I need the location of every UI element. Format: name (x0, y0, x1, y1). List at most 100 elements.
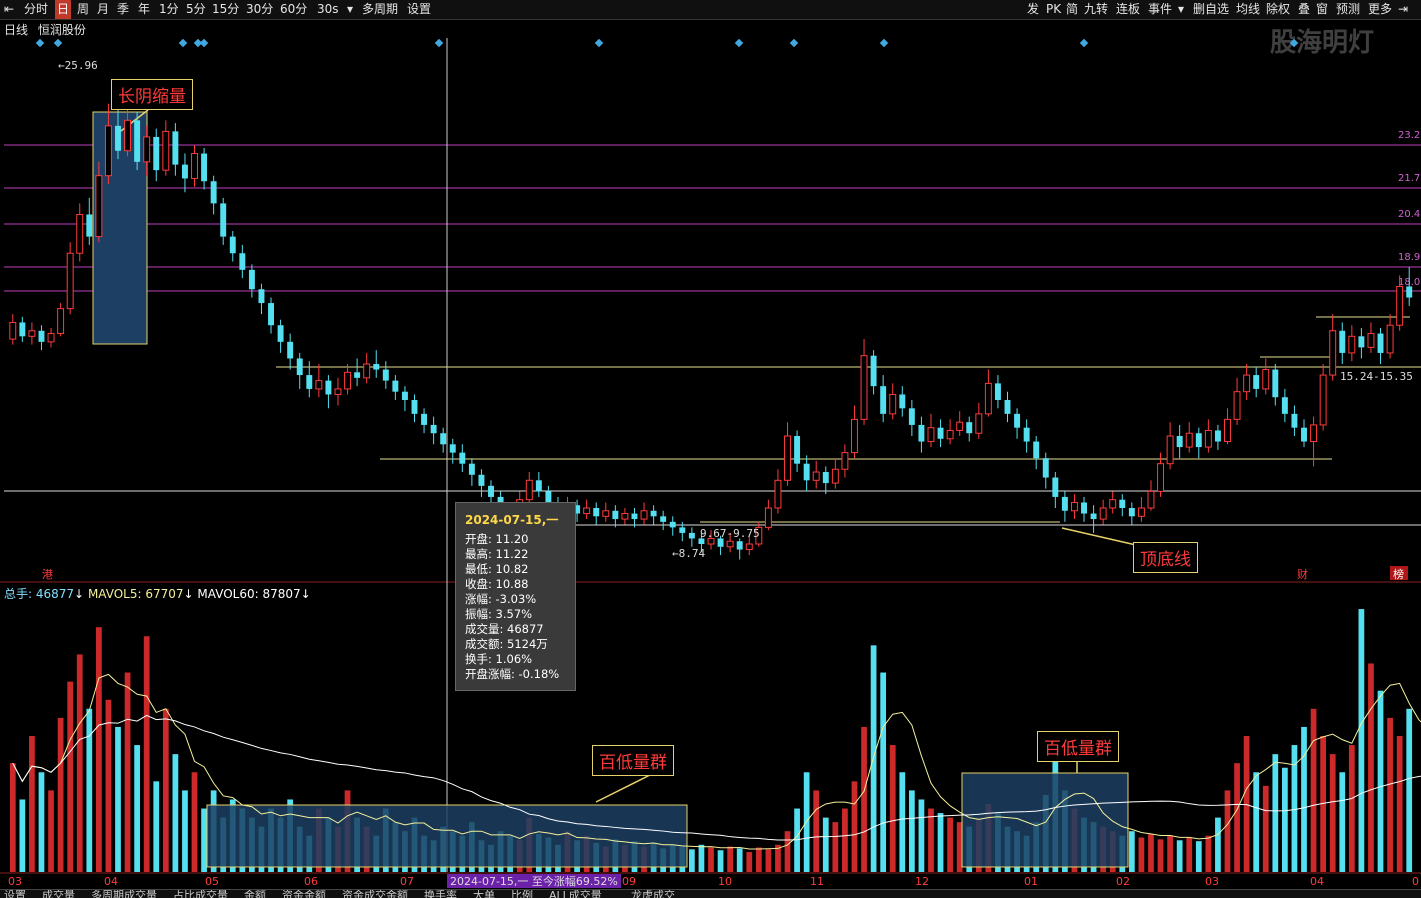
volume-bar (134, 745, 140, 872)
volume-bar (1329, 754, 1336, 872)
x-axis-tick: 01 (1024, 875, 1038, 888)
volume-ma60: MAVOL60: 87807 (197, 587, 301, 601)
volume-bar (19, 799, 26, 872)
tooltip-row: 最低: 10.82 (465, 562, 529, 576)
tooltip-row: 涨幅: -3.03% (465, 592, 537, 606)
candle-body (1070, 501, 1078, 512)
event-marker-icon (594, 38, 604, 48)
candle-body (86, 214, 93, 237)
candle-body (631, 513, 638, 520)
volume-bar (736, 848, 743, 872)
candle-body (1099, 507, 1107, 520)
tooltip-row: 最高: 11.22 (465, 547, 529, 561)
candle-body (1339, 330, 1346, 353)
candle-body (822, 472, 829, 484)
volume-bar (1396, 736, 1403, 872)
volume-bar (947, 817, 953, 872)
candle-body (1396, 285, 1404, 326)
candle-body (764, 507, 772, 528)
candle-body (191, 153, 198, 179)
candle-body (1090, 513, 1097, 520)
candle-body (354, 372, 361, 378)
candle-body (468, 463, 475, 475)
volume-bar (1282, 767, 1288, 872)
candle-body (239, 253, 246, 270)
volume-bar (95, 627, 102, 872)
volume-bar (105, 699, 112, 872)
candle-body (1233, 391, 1241, 420)
volume-bar (162, 708, 169, 872)
candle-body (1052, 477, 1059, 497)
x-axis-tick: 05 (205, 875, 219, 888)
candle-body (583, 507, 591, 515)
candle-body (382, 369, 389, 381)
candle-body (612, 510, 619, 520)
candle-body (736, 541, 743, 550)
volume-bar (727, 846, 733, 872)
candle-body (9, 321, 17, 340)
candle-body (841, 452, 849, 470)
volume-bar (1406, 708, 1413, 872)
candle-body (880, 386, 887, 414)
candle-body (104, 125, 112, 177)
candle-body (870, 355, 877, 387)
volume-bar (48, 790, 54, 872)
candle-body (803, 463, 810, 481)
volume-bar (861, 726, 867, 872)
candle-body (440, 433, 447, 445)
x-axis-tick: 12 (915, 875, 929, 888)
event-marker-icon (178, 38, 188, 48)
axis-label: 21.7 (1398, 173, 1420, 184)
volume-bar (124, 672, 131, 872)
volume-bar (29, 736, 35, 872)
volume-bar (717, 850, 724, 872)
low-volume-box (961, 772, 1129, 868)
x-axis-tick: 03 (8, 875, 22, 888)
volume-bar (746, 852, 753, 872)
event-marker-icon (199, 38, 209, 48)
candle-body (344, 371, 352, 390)
candle-body (774, 479, 782, 509)
volume-bar (698, 844, 705, 872)
candle-body (1023, 427, 1030, 442)
candle-body (1301, 427, 1307, 442)
event-marker-icon (1289, 38, 1299, 48)
volume-bar (1272, 754, 1279, 872)
annotation-top-bottom: 顶底线 (1133, 542, 1198, 573)
candle-body (47, 333, 55, 343)
event-marker-icon (35, 38, 45, 48)
candle-body (621, 513, 629, 520)
volume-bar (1310, 708, 1317, 872)
candle-body (57, 308, 65, 335)
marker-hk: 港 (42, 568, 53, 581)
axis-label: 20.4 (1398, 209, 1420, 220)
volume-legend: 总手: 46877↓ MAVOL5: 67707↓ MAVOL60: 87807… (4, 587, 311, 601)
quote-tooltip: 2024-07-15,一 开盘: 11.20 最高: 11.22 最低: 10.… (455, 502, 576, 691)
volume-bar (765, 849, 772, 872)
volume-bar (57, 717, 64, 872)
candle-body (1329, 330, 1337, 376)
volume-bar (1186, 837, 1193, 872)
candle-body (1243, 374, 1251, 393)
volume-bar (899, 772, 906, 872)
candle-body (210, 181, 217, 204)
volume-bar (172, 754, 179, 872)
candle-body (488, 485, 494, 497)
candle-body (640, 510, 648, 520)
annotation-long-bear: 长阴缩量 (111, 79, 193, 110)
candle-body (1310, 424, 1318, 443)
volume-bar (755, 847, 762, 872)
volume-bar (1348, 745, 1355, 872)
range-label: 9.67-9.75 (700, 527, 760, 540)
candle-body (726, 540, 734, 548)
kline-chart[interactable]: 23.221.720.418.918.0←25.96←8.749.67-9.75… (0, 0, 1421, 897)
x-axis-tick: 0 (1412, 875, 1419, 888)
candle-body (1137, 507, 1145, 517)
candle-body (1253, 375, 1260, 389)
x-axis-tick: 03 (1205, 875, 1219, 888)
candle-body (1061, 496, 1068, 511)
candle-body (1166, 435, 1174, 465)
x-axis-tick: 11 (810, 875, 824, 888)
volume-bar (1195, 841, 1202, 872)
candle-body (1042, 458, 1049, 478)
